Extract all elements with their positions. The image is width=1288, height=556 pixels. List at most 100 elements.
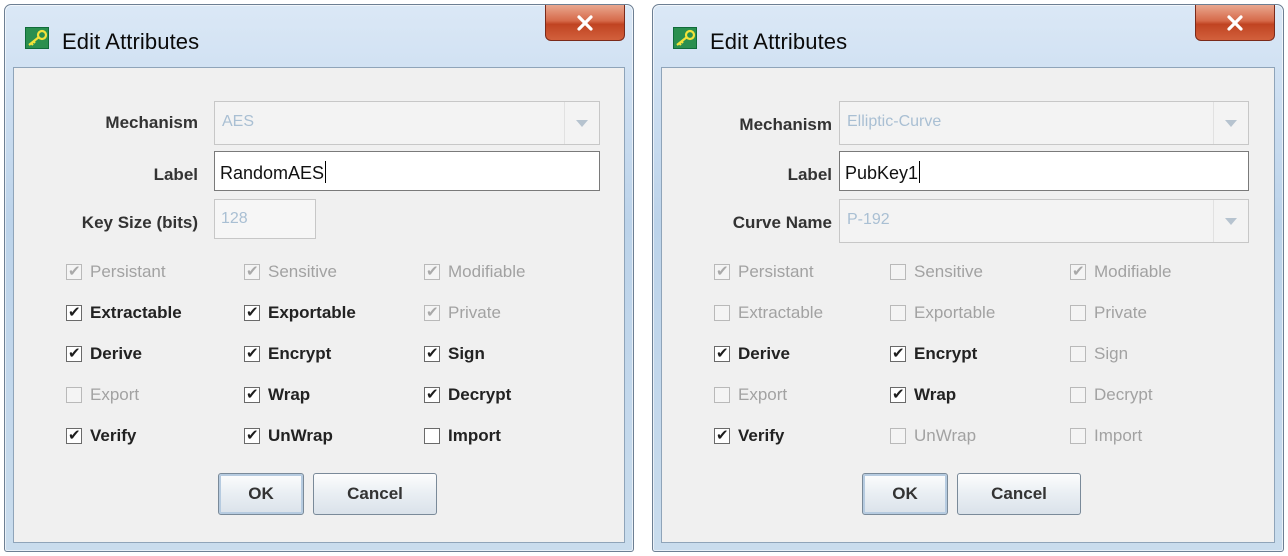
checkbox-verify[interactable]: ✔ Verify: [66, 424, 136, 448]
checkbox-label: UnWrap: [914, 426, 977, 445]
checkbox-box[interactable]: [424, 428, 440, 444]
checkbox-sign: Sign: [1070, 342, 1128, 366]
checkbox-label: Import: [448, 426, 501, 445]
checkbox-box[interactable]: ✔: [890, 385, 906, 403]
checkbox-box[interactable]: ✔: [66, 303, 82, 321]
cancel-button[interactable]: Cancel: [957, 473, 1081, 515]
checkbox-label: Private: [1094, 303, 1147, 322]
ok-button[interactable]: OK: [218, 473, 304, 515]
label-input[interactable]: RandomAES: [214, 151, 600, 191]
checkbox-label: Private: [448, 303, 501, 322]
checkmark-icon: ✔: [1072, 262, 1085, 280]
checkbox-extractable[interactable]: ✔ Extractable: [66, 301, 182, 325]
checkbox-label: Modifiable: [1094, 262, 1172, 281]
checkbox-box[interactable]: ✔: [244, 426, 260, 444]
checkbox-label: Sensitive: [268, 262, 337, 281]
checkbox-unwrap[interactable]: ✔ UnWrap: [244, 424, 333, 448]
checkbox-label: Extractable: [90, 303, 182, 322]
mechanism-select[interactable]: AES: [214, 101, 600, 145]
checkmark-icon: ✔: [716, 426, 729, 444]
checkbox-wrap[interactable]: ✔ Wrap: [890, 383, 956, 407]
checkbox-label: Sign: [448, 344, 485, 363]
checkbox-import[interactable]: Import: [424, 424, 501, 448]
checkbox-box: [1070, 346, 1086, 362]
mechanism-label: Mechanism: [105, 113, 198, 132]
checkbox-box[interactable]: ✔: [66, 344, 82, 362]
chevron-down-icon[interactable]: [1213, 102, 1248, 144]
checkbox-box: [1070, 387, 1086, 403]
close-button[interactable]: [1195, 5, 1275, 41]
checkbox-label: Sensitive: [914, 262, 983, 281]
checkbox-label: Decrypt: [448, 385, 512, 404]
checkbox-verify[interactable]: ✔ Verify: [714, 424, 784, 448]
cancel-button[interactable]: Cancel: [313, 473, 437, 515]
mechanism-select[interactable]: Elliptic-Curve: [839, 101, 1249, 145]
checkbox-box[interactable]: ✔: [714, 426, 730, 444]
checkbox-label: Decrypt: [1094, 385, 1153, 404]
checkbox-box: [890, 305, 906, 321]
checkbox-box[interactable]: ✔: [244, 344, 260, 362]
key-size-value: 128: [221, 210, 248, 227]
checkbox-label: Derive: [90, 344, 142, 363]
checkbox-box[interactable]: ✔: [424, 344, 440, 362]
close-button[interactable]: [545, 5, 625, 41]
checkbox-sign[interactable]: ✔ Sign: [424, 342, 485, 366]
checkbox-box[interactable]: ✔: [244, 385, 260, 403]
checkbox-label: Wrap: [268, 385, 311, 404]
mechanism-label: Mechanism: [739, 115, 832, 134]
dialog-content: Mechanism AES Label RandomAES Key Size (…: [13, 67, 625, 543]
checkmark-icon: ✔: [246, 262, 259, 280]
checkmark-icon: ✔: [426, 385, 439, 403]
edit-attributes-dialog-aes: Edit Attributes Mechanism AES Label Rand…: [4, 4, 634, 552]
checkbox-wrap[interactable]: ✔ Wrap: [244, 383, 310, 407]
checkmark-icon: ✔: [716, 344, 729, 362]
checkbox-box: [890, 264, 906, 280]
key-size-input[interactable]: 128: [214, 199, 316, 239]
checkmark-icon: ✔: [716, 262, 729, 280]
checkbox-box: [714, 305, 730, 321]
checkbox-box: [66, 387, 82, 403]
title-bar[interactable]: Edit Attributes: [5, 5, 633, 67]
ok-button[interactable]: OK: [862, 473, 948, 515]
checkbox-label: Import: [1094, 426, 1143, 445]
checkbox-encrypt[interactable]: ✔ Encrypt: [890, 342, 977, 366]
chevron-down-icon[interactable]: [564, 102, 599, 144]
checkbox-box[interactable]: ✔: [244, 303, 260, 321]
checkbox-sensitive: Sensitive: [890, 260, 983, 284]
checkmark-icon: ✔: [892, 344, 905, 362]
curve-name-select[interactable]: P-192: [839, 199, 1249, 243]
checkbox-box[interactable]: ✔: [424, 385, 440, 403]
checkmark-icon: ✔: [246, 426, 259, 444]
label-label: Label: [787, 165, 832, 184]
key-size-label: Key Size (bits): [81, 213, 198, 232]
checkbox-box: ✔: [424, 262, 440, 280]
curve-name-value: P-192: [847, 211, 890, 228]
checkbox-box[interactable]: ✔: [714, 344, 730, 362]
checkbox-label: Exportable: [268, 303, 356, 322]
checkbox-export: Export: [714, 383, 787, 407]
edit-attributes-dialog-ec: Edit Attributes Mechanism Elliptic-Curve…: [652, 4, 1284, 552]
checkbox-box[interactable]: ✔: [66, 426, 82, 444]
checkbox-derive[interactable]: ✔ Derive: [66, 342, 142, 366]
key-icon: [25, 27, 49, 49]
checkbox-label: Verify: [90, 426, 137, 445]
label-input[interactable]: PubKey1: [839, 151, 1249, 191]
checkbox-derive[interactable]: ✔ Derive: [714, 342, 790, 366]
checkbox-export: Export: [66, 383, 139, 407]
chevron-down-icon[interactable]: [1213, 200, 1248, 242]
title-bar[interactable]: Edit Attributes: [653, 5, 1283, 67]
checkbox-box[interactable]: ✔: [890, 344, 906, 362]
checkbox-decrypt[interactable]: ✔ Decrypt: [424, 383, 511, 407]
close-icon: [1227, 14, 1243, 31]
checkbox-box: [890, 428, 906, 444]
checkbox-encrypt[interactable]: ✔ Encrypt: [244, 342, 331, 366]
checkmark-icon: ✔: [68, 426, 81, 444]
checkbox-box: [1070, 305, 1086, 321]
close-icon: [577, 14, 593, 31]
checkbox-persistant: ✔ Persistant: [714, 260, 814, 284]
checkbox-private: Private: [1070, 301, 1147, 325]
checkbox-exportable[interactable]: ✔ Exportable: [244, 301, 356, 325]
checkbox-label: Sign: [1094, 344, 1129, 363]
mechanism-value: Elliptic-Curve: [847, 113, 942, 130]
checkbox-extractable: Extractable: [714, 301, 823, 325]
